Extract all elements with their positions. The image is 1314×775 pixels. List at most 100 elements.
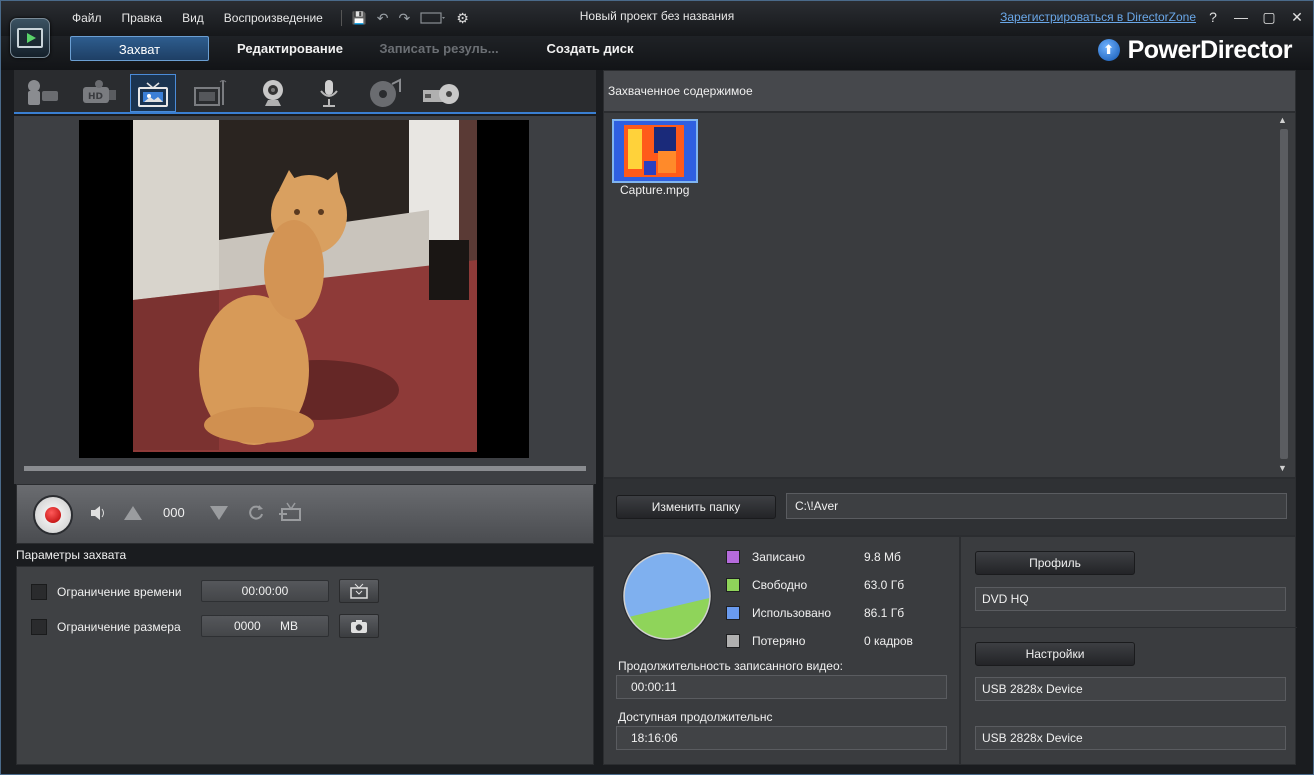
channel-up-icon[interactable] (123, 505, 143, 521)
capture-source-toolbar: HD (14, 70, 596, 114)
camera-icon (351, 620, 367, 633)
profile-field[interactable]: DVD HQ (975, 587, 1286, 611)
library-scrollbar[interactable]: ▲ ▼ (1277, 113, 1293, 477)
save-icon[interactable]: 💾 (352, 11, 367, 25)
channel-counter: 000 (163, 505, 185, 520)
recorded-duration-field: 00:00:11 (616, 675, 947, 699)
size-limit-field[interactable]: 0000 MB (201, 615, 329, 637)
lost-label: Потеряно (752, 634, 806, 648)
preview-scrub-bar[interactable] (24, 466, 586, 471)
free-value: 63.0 Гб (864, 578, 905, 592)
toolbar-divider (340, 10, 342, 26)
profile-panel: Профиль DVD HQ Настройки USB 2828x Devic… (960, 536, 1297, 765)
settings-button[interactable]: Настройки (975, 642, 1135, 666)
free-label: Свободно (752, 578, 808, 592)
cd-icon[interactable] (362, 74, 408, 112)
microphone-icon[interactable] (306, 74, 352, 112)
library-item-thumbnail[interactable] (612, 119, 698, 183)
maximize-button[interactable]: ▢ (1260, 6, 1278, 28)
used-value: 86.1 Гб (864, 606, 905, 620)
folder-path-field[interactable]: C:\!Aver (786, 493, 1287, 519)
cat-video-frame (79, 120, 529, 458)
used-swatch (726, 606, 740, 620)
minimize-button[interactable]: — (1232, 6, 1250, 28)
quick-access-toolbar: 💾 ↶ ↷ ⚙ (340, 10, 469, 27)
register-directorzone-link[interactable]: Зарегистрироваться в DirectorZone (1000, 10, 1196, 24)
menu-bar: Файл Правка Вид Воспроизведение 💾 ↶ ↷ ⚙ (62, 7, 469, 29)
menu-file[interactable]: Файл (62, 7, 112, 29)
used-label: Использовано (752, 606, 832, 620)
profile-divider (961, 627, 1297, 628)
lost-value: 0 кадров (864, 634, 913, 648)
tab-edit[interactable]: Редактирование (222, 36, 358, 61)
aspect-ratio-icon[interactable] (420, 12, 446, 24)
close-button[interactable]: ✕ (1288, 6, 1306, 28)
change-folder-button[interactable]: Изменить папку (616, 495, 776, 519)
snapshot-button[interactable] (339, 614, 379, 638)
record-icon (45, 507, 61, 523)
recorded-duration-label: Продолжительность записанного видео: (618, 659, 843, 673)
capture-thumbnail-image (614, 121, 696, 181)
tab-produce[interactable]: Записать резуль... (368, 36, 510, 61)
webcam-icon[interactable] (250, 74, 296, 112)
dv-camcorder-icon[interactable] (20, 74, 66, 112)
size-limit-unit: MB (280, 619, 298, 633)
mode-bar: Захват Редактирование Записать резуль...… (0, 36, 1314, 70)
tab-create-disc[interactable]: Создать диск (528, 36, 652, 61)
video-preview-area (14, 116, 596, 484)
scroll-down-icon[interactable]: ▼ (1278, 463, 1287, 473)
content-pane: Захваченное содержимое Capture.mpg ▲ ▼ И… (603, 70, 1297, 765)
window-controls: ? — ▢ ✕ (1204, 6, 1306, 28)
free-swatch (726, 578, 740, 592)
refresh-icon[interactable] (247, 503, 265, 521)
settings-gear-icon[interactable]: ⚙ (456, 10, 469, 27)
size-limit-label: Ограничение размера (57, 620, 181, 634)
capture-controls: 000 (16, 484, 594, 544)
tv-antenna-icon[interactable] (279, 501, 303, 521)
recorded-value: 9.8 Мб (864, 550, 901, 564)
menu-playback[interactable]: Воспроизведение (214, 7, 333, 29)
profile-button[interactable]: Профиль (975, 551, 1135, 575)
help-button[interactable]: ? (1204, 6, 1222, 28)
captured-content-header: Захваченное содержимое (603, 70, 1296, 112)
scroll-track[interactable] (1280, 129, 1288, 459)
record-button[interactable] (33, 495, 73, 535)
channel-down-icon[interactable] (209, 505, 229, 521)
size-limit-value: 0000 (234, 619, 261, 633)
hdv-camcorder-icon[interactable]: HD (76, 74, 122, 112)
captured-content-title: Захваченное содержимое (608, 84, 753, 98)
tv-icon (350, 583, 368, 599)
menu-view[interactable]: Вид (172, 7, 214, 29)
digital-tv-icon[interactable] (186, 74, 232, 112)
time-limit-label: Ограничение времени (57, 585, 182, 599)
svg-text:HD: HD (88, 92, 103, 102)
undo-icon[interactable]: ↶ (377, 10, 389, 27)
disk-stats-panel: Записано 9.8 Мб Свободно 63.0 Гб Использ… (603, 536, 960, 765)
available-duration-field: 18:16:06 (616, 726, 947, 750)
dvd-icon[interactable] (418, 74, 464, 112)
video-device-field[interactable]: USB 2828x Device (975, 677, 1286, 701)
recorded-label: Записано (752, 550, 806, 564)
available-duration-label: Доступная продолжительнс (618, 710, 773, 724)
tv-snapshot-button[interactable] (339, 579, 379, 603)
volume-icon[interactable] (89, 505, 107, 521)
redo-icon[interactable]: ↷ (399, 10, 411, 27)
tv-capture-icon[interactable] (130, 74, 176, 112)
captured-library: Capture.mpg ▲ ▼ (603, 112, 1296, 478)
size-limit-checkbox[interactable] (31, 619, 47, 635)
app-logo-icon[interactable] (10, 18, 50, 58)
tab-capture[interactable]: Захват (70, 36, 209, 61)
brand-name: PowerDirector (1127, 35, 1293, 64)
capture-params-panel: Ограничение времени 00:00:00 Ограничение… (16, 566, 594, 765)
brand: ⬆ PowerDirector (1097, 35, 1293, 64)
directorzone-upload-icon[interactable]: ⬆ (1097, 39, 1120, 61)
video-preview (79, 120, 529, 458)
time-limit-checkbox[interactable] (31, 584, 47, 600)
lost-swatch (726, 634, 740, 648)
scroll-up-icon[interactable]: ▲ (1278, 115, 1287, 125)
menu-edit[interactable]: Правка (112, 7, 173, 29)
time-limit-field[interactable]: 00:00:00 (201, 580, 329, 602)
audio-device-field[interactable]: USB 2828x Device (975, 726, 1286, 750)
library-item-label: Capture.mpg (620, 183, 690, 197)
recorded-swatch (726, 550, 740, 564)
